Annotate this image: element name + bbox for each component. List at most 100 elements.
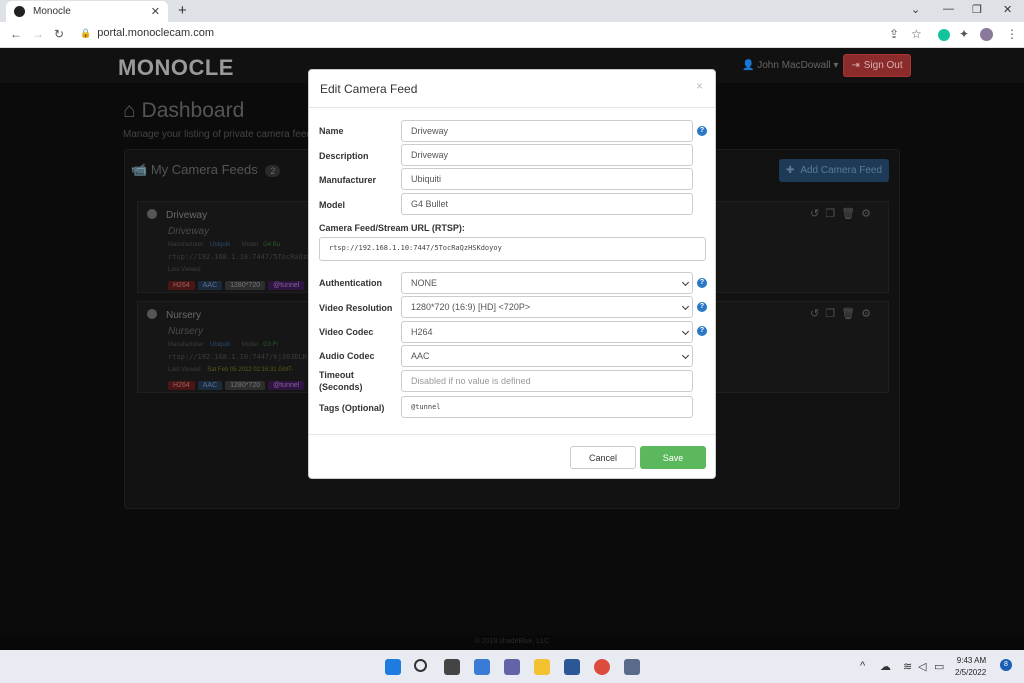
cancel-button[interactable]: Cancel [570,446,636,469]
history-icon[interactable]: ↺ [810,308,825,320]
description-label: Description [319,151,369,161]
tab-search-icon[interactable]: ⌄ [911,3,920,16]
battery-icon[interactable]: ▭ [934,660,944,673]
window-close-button[interactable]: ✕ [1003,3,1012,16]
last-viewed-label: Last Viewed [168,367,201,373]
trash-icon[interactable]: 🗑 [841,208,861,220]
monocle-logo[interactable]: MONOCLE [118,55,234,81]
search-icon[interactable] [414,659,427,672]
system-clock[interactable]: 9:43 AM 2/5/2022 [955,655,986,679]
expand-icon[interactable] [147,309,157,319]
last-viewed: Last Viewed Sat Feb 05 2022 02:16:31 GMT… [168,367,293,373]
model-label: Model [319,200,345,210]
sign-out-label: Sign Out [863,60,903,71]
back-icon[interactable]: ← [10,27,22,41]
chrome-icon[interactable] [594,659,610,675]
manufacturer-label: Manufacturer [168,242,204,248]
model-value: G3 Fl [263,342,278,348]
url-field[interactable]: 🔒 portal.monoclecam.com [80,27,214,39]
trash-icon[interactable]: 🗑 [841,308,861,320]
chevron-up-icon[interactable]: ^ [860,660,865,672]
timeout-label-line2: (Seconds) [319,382,363,392]
audio-badge: AAC [197,281,223,290]
rtsp-url-field[interactable]: rtsp://192.168.1.10:7447/5TocRaQzHSKdoyo… [319,237,706,261]
site-favicon-icon [14,6,25,17]
manufacturer-field[interactable]: Ubiquiti [401,168,693,190]
url-text: portal.monoclecam.com [97,27,214,39]
tab-close-icon[interactable]: ✕ [151,5,160,18]
panel-title: 📹 My Camera Feeds 2 [131,162,281,178]
lock-icon: 🔒 [80,28,92,38]
authentication-help-icon[interactable]: ? [697,278,707,288]
model-field[interactable]: G4 Bullet [401,193,693,215]
page-title: ⌂ Dashboard [123,99,244,123]
browser-menu-icon[interactable]: ⋮ [1006,27,1018,41]
save-button[interactable]: Save [640,446,706,469]
clock-date: 2/5/2022 [955,668,987,677]
feed-actions: ↺❐🗑⚙ [810,207,877,220]
teams-icon[interactable] [504,659,520,675]
page-subtitle: Manage your listing of private camera fe… [123,129,317,140]
volume-icon[interactable]: ◁ [918,660,926,673]
audio-codec-select[interactable]: AAC [401,345,693,367]
description-field[interactable]: Driveway [401,144,693,166]
authentication-select[interactable]: NONE [401,272,693,294]
start-icon[interactable] [385,659,401,675]
cloud-icon[interactable]: ☁ [880,660,891,673]
profile-avatar[interactable] [980,28,993,41]
feed-url: rtsp://192.168.1.10:7447/5TocRaQzH [168,253,312,261]
expand-icon[interactable] [147,209,157,219]
extensions-icon[interactable]: ✦ [959,27,969,41]
share-icon[interactable]: ⇪ [889,27,899,41]
gear-icon[interactable]: ⚙ [861,208,877,220]
feed-description: Nursery [168,326,204,337]
tags-field[interactable]: @tunnel [401,396,693,418]
grammarly-icon[interactable] [938,29,950,41]
notification-badge[interactable]: 8 [1000,659,1012,671]
terminal-icon[interactable] [564,659,580,675]
manufacturer-label: Manufacturer [168,342,204,348]
new-tab-button[interactable]: + [178,2,187,19]
panel-title-text: My Camera Feeds [150,162,258,177]
add-camera-feed-button[interactable]: ✚ Add Camera Feed [779,159,889,182]
timeout-label: Timeout (Seconds) [319,369,363,393]
name-field[interactable]: Driveway [401,120,693,142]
video-resolution-select[interactable]: 1280*720 (16:9) [HD] <720P> [401,296,693,318]
tags-label: Tags (Optional) [319,403,385,413]
wifi-icon[interactable]: ≋ [903,660,912,673]
model-label: Model [241,242,259,248]
name-label: Name [319,126,344,136]
plus-icon: ✚ [785,165,795,176]
feed-badges: H264 AAC 1280*720 @tunnel [168,281,305,290]
copy-icon[interactable]: ❐ [825,208,841,220]
gear-icon[interactable]: ⚙ [861,308,877,320]
feed-url: rtsp://192.168.1.10:7447/Kj303DLK [168,353,308,361]
reload-icon[interactable]: ↻ [54,27,64,41]
tag-badge: @tunnel [268,281,305,290]
modal-close-icon[interactable]: × [696,79,703,93]
video-codec-select[interactable]: H264 [401,321,693,343]
video-codec-label: Video Codec [319,327,374,337]
user-menu[interactable]: 👤 John MacDowall ▾ [742,60,838,71]
restore-button[interactable]: ❐ [972,3,982,16]
feed-meta: Manufacturer Ubiquiti Model G4 Bu [168,242,280,248]
copy-icon[interactable]: ❐ [825,308,841,320]
widgets-icon[interactable] [474,659,490,675]
resolution-help-icon[interactable]: ? [697,302,707,312]
clock-time: 9:43 AM [956,656,987,665]
audio-badge: AAC [197,381,223,390]
browser-tab[interactable]: Monocle ✕ [6,1,168,22]
file-explorer-icon[interactable] [534,659,550,675]
timeout-field[interactable]: Disabled if no value is defined [401,370,693,392]
history-icon[interactable]: ↺ [810,208,825,220]
modal-footer-divider [309,434,715,435]
manufacturer-value: Ubiquiti [210,342,231,348]
bookmark-star-icon[interactable]: ☆ [911,27,922,41]
task-view-icon[interactable] [444,659,460,675]
minimize-button[interactable]: — [943,3,954,15]
app-icon[interactable] [624,659,640,675]
video-codec-help-icon[interactable]: ? [697,326,707,336]
sign-out-button[interactable]: ⇥ Sign Out [843,54,911,77]
name-help-icon[interactable]: ? [697,126,707,136]
forward-icon[interactable]: → [32,27,44,41]
